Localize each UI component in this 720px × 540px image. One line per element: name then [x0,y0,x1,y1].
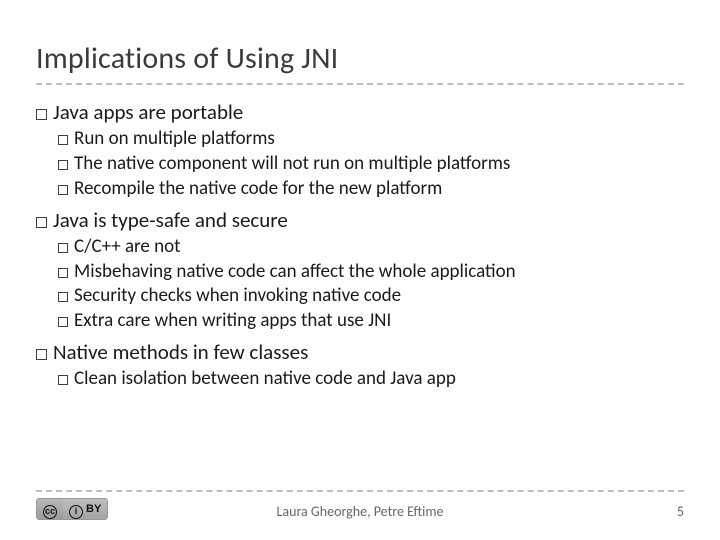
square-bullet-icon [58,292,68,302]
bullet-text: Clean isolation between native code and … [74,367,456,390]
slide-content: Java apps are portable Run on multiple p… [36,99,684,391]
bullet-level2: Recompile the native code for the new pl… [58,177,684,201]
bullet-level2: Misbehaving native code can affect the w… [58,260,684,284]
square-bullet-icon [58,268,68,278]
bullet-level1: Java is type-safe and secure [36,207,684,233]
square-bullet-icon [58,317,68,327]
bullet-level2: Clean isolation between native code and … [58,367,684,391]
bullet-text: Native methods in few classes [53,339,308,365]
bullet-text: Java is type-safe and secure [53,207,288,233]
bullet-level2: The native component will not run on mul… [58,152,684,176]
bullet-level2: Run on multiple platforms [58,127,684,151]
bullet-level2: Security checks when invoking native cod… [58,284,684,308]
bullet-text: Java apps are portable [53,99,243,125]
square-bullet-icon [36,217,47,228]
slide: Implications of Using JNI Java apps are … [0,0,720,540]
bullet-text: The native component will not run on mul… [74,152,510,175]
title-divider [36,83,684,85]
bullet-text: Extra care when writing apps that use JN… [74,309,391,332]
square-bullet-icon [58,135,68,145]
authors-text: Laura Gheorghe, Petre Eftime [36,503,684,520]
bullet-level2: C/C++ are not [58,235,684,259]
bullet-text: Run on multiple platforms [74,127,275,150]
slide-footer: cc i BY Laura Gheorghe, Petre Eftime 5 [36,480,684,520]
page-number: 5 [677,503,684,520]
bullet-text: C/C++ are not [74,235,181,258]
bullet-level1: Java apps are portable [36,99,684,125]
square-bullet-icon [58,160,68,170]
bullet-text: Security checks when invoking native cod… [74,284,401,307]
square-bullet-icon [36,109,47,120]
square-bullet-icon [36,349,47,360]
bullet-level2: Extra care when writing apps that use JN… [58,309,684,333]
square-bullet-icon [58,185,68,195]
square-bullet-icon [58,375,68,385]
footer-divider [36,490,684,492]
bullet-level1: Native methods in few classes [36,339,684,365]
bullet-text: Misbehaving native code can affect the w… [74,260,516,283]
square-bullet-icon [58,243,68,253]
slide-title: Implications of Using JNI [36,40,684,77]
bullet-text: Recompile the native code for the new pl… [74,177,442,200]
